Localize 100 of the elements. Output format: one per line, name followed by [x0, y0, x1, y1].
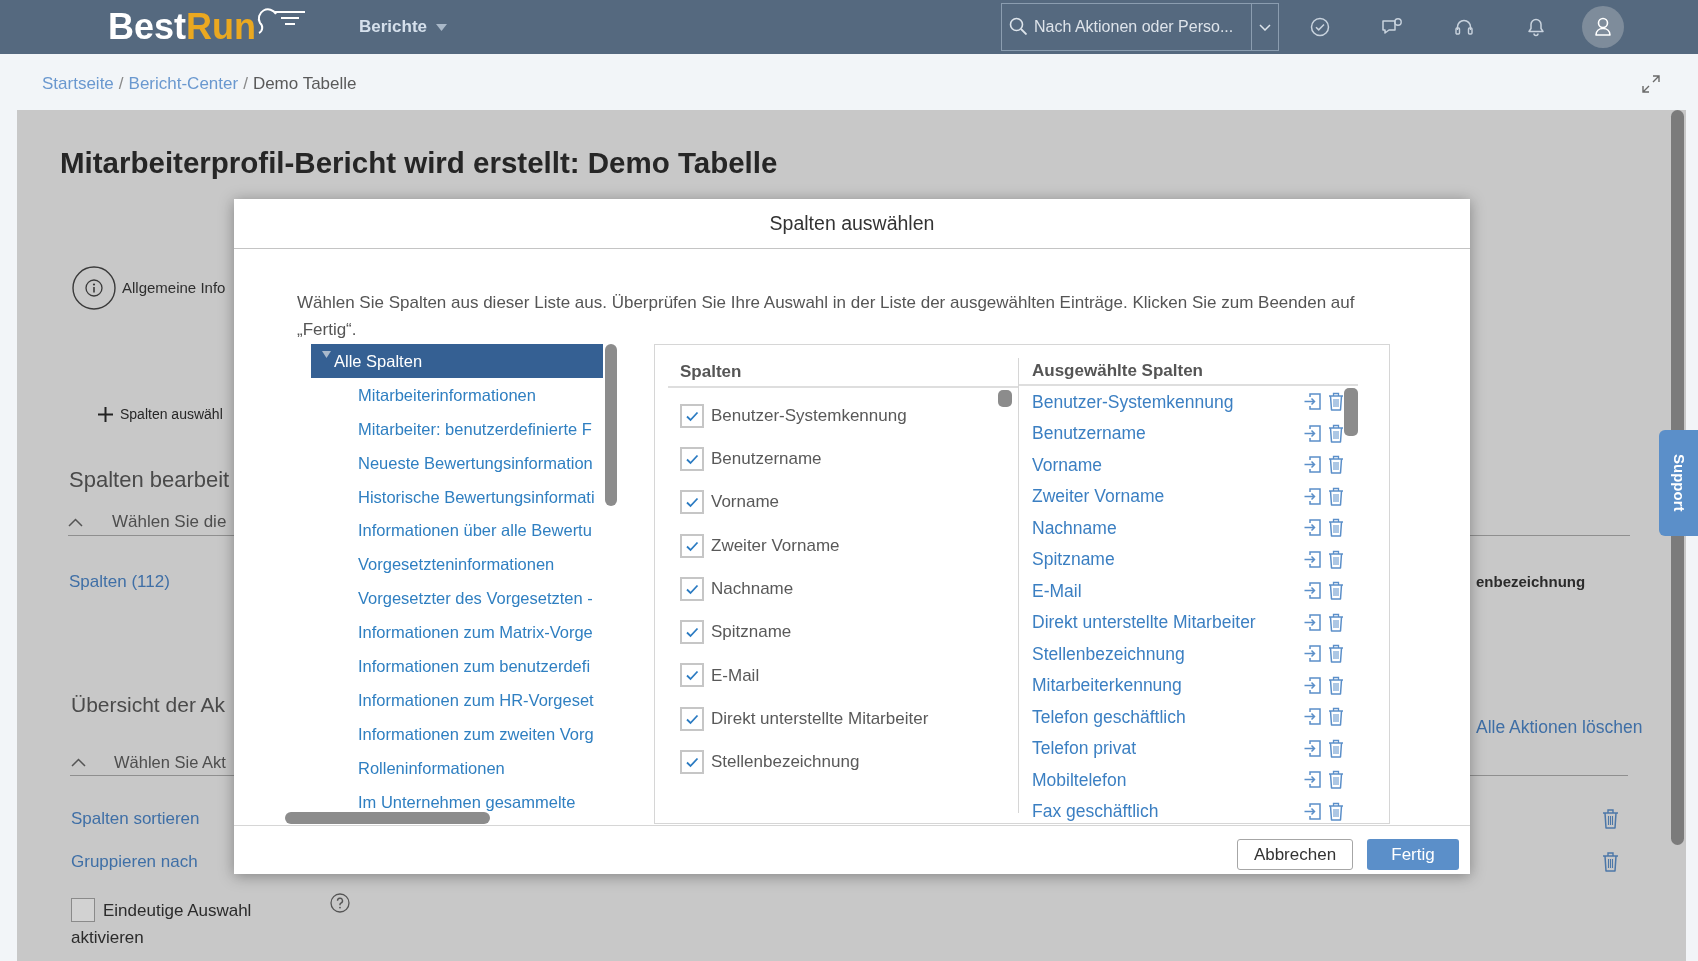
column-link[interactable]: Vorname	[1032, 455, 1303, 474]
help-icon[interactable]	[330, 893, 350, 913]
checkbox[interactable]	[680, 533, 704, 558]
column-link[interactable]: Mitarbeiterkennung	[1032, 676, 1303, 695]
trash-icon[interactable]	[1328, 455, 1344, 475]
arrow-in-box-icon[interactable]	[1303, 801, 1322, 821]
tree-item[interactable]: Informationen zum HR-Vorgeset	[358, 690, 594, 709]
column-link[interactable]: Telefon geschäftlich	[1032, 707, 1303, 726]
avatar-icon[interactable]	[1582, 6, 1624, 48]
action-link[interactable]: Gruppieren nach	[71, 849, 198, 875]
expand-icon[interactable]	[1641, 73, 1661, 94]
column-link[interactable]: Nachname	[1032, 518, 1303, 537]
column-link[interactable]: Mobiltelefon	[1032, 770, 1303, 789]
trash-icon[interactable]	[1328, 644, 1344, 664]
tree-item[interactable]: Alle Spalten	[311, 344, 603, 378]
tree-item[interactable]: Informationen zum Matrix-Vorge	[358, 623, 593, 642]
bell-icon[interactable]	[1527, 17, 1545, 37]
confirm-button[interactable]: Fertig	[1367, 839, 1459, 870]
trash-icon[interactable]	[1328, 581, 1344, 601]
checkbox[interactable]	[680, 620, 704, 645]
checkbox[interactable]	[680, 576, 704, 601]
chevron-up-icon[interactable]	[68, 517, 83, 527]
tree-item[interactable]: Historische Bewertungsinformati	[358, 487, 595, 506]
scrollbar-thumb[interactable]	[605, 344, 617, 506]
column-link[interactable]: Spitzname	[1032, 550, 1303, 569]
trash-icon[interactable]	[1328, 549, 1344, 569]
checkbox-label: Benutzername	[711, 448, 822, 471]
scrollbar-thumb[interactable]	[998, 390, 1012, 407]
column-link[interactable]: Stellenbezeichnung	[1032, 644, 1303, 663]
trash-icon[interactable]	[1328, 423, 1344, 443]
trash-icon[interactable]	[1328, 801, 1344, 821]
trash-icon[interactable]	[1328, 738, 1344, 758]
check-circle-icon[interactable]	[1310, 17, 1330, 37]
tree-item[interactable]: Vorgesetzteninformationen	[358, 555, 555, 574]
arrow-in-box-icon[interactable]	[1303, 675, 1322, 695]
trash-icon[interactable]	[1328, 486, 1344, 506]
column-link[interactable]: Benutzer-Systemkennung	[1032, 392, 1303, 411]
column-link[interactable]: Direkt unterstellte Mitarbeiter	[1032, 613, 1303, 632]
column-link[interactable]: Fax geschäftlich	[1032, 802, 1303, 821]
arrow-in-box-icon[interactable]	[1303, 612, 1322, 632]
column-link[interactable]: E-Mail	[1032, 581, 1303, 600]
tree-item[interactable]: Mitarbeiterinformationen	[358, 385, 536, 404]
action-link[interactable]: Spalten sortieren	[71, 806, 200, 832]
tree-item[interactable]: Rolleninformationen	[358, 758, 505, 777]
checkbox[interactable]	[71, 897, 95, 922]
clear-all-actions-link[interactable]: Alle Aktionen löschen	[1476, 717, 1643, 737]
chat-bubble-icon[interactable]	[1381, 17, 1403, 37]
trash-icon[interactable]	[1602, 808, 1619, 830]
dropdown-button[interactable]	[1251, 3, 1279, 51]
arrow-in-box-icon[interactable]	[1303, 707, 1322, 727]
tree-item[interactable]: Informationen über alle Bewertu	[358, 521, 592, 540]
checkbox[interactable]	[680, 663, 704, 688]
trash-icon[interactable]	[1328, 518, 1344, 538]
column-link[interactable]: Telefon privat	[1032, 739, 1303, 758]
trash-icon[interactable]	[1602, 851, 1619, 873]
arrow-in-box-icon[interactable]	[1303, 770, 1322, 790]
breadcrumb-separator: /	[243, 72, 248, 95]
column-link[interactable]: Zweiter Vorname	[1032, 487, 1303, 506]
tree-item[interactable]: Informationen zum benutzerdefi	[358, 656, 591, 675]
cancel-button[interactable]: Abbrechen	[1237, 839, 1353, 870]
logo-wordmark: BestRun	[108, 9, 256, 45]
arrow-in-box-icon[interactable]	[1303, 455, 1322, 475]
arrow-in-box-icon[interactable]	[1303, 549, 1322, 569]
chevron-up-icon[interactable]	[71, 757, 86, 767]
column-link[interactable]: Benutzername	[1032, 424, 1303, 443]
tree-item[interactable]: Informationen zum zweiten Vorg	[358, 724, 594, 743]
reports-menu-button[interactable]: Berichte	[359, 14, 448, 40]
tree-item[interactable]: Im Unternehmen gesammelte	[358, 792, 576, 811]
expand-triangle-icon[interactable]	[322, 349, 331, 359]
checkbox-label: Direkt unterstellte Mitarbeiter	[711, 707, 929, 730]
arrow-in-box-icon[interactable]	[1303, 644, 1322, 664]
scrollbar-thumb[interactable]	[1344, 388, 1358, 436]
breadcrumb-link[interactable]: Startseite	[42, 70, 114, 97]
search-field[interactable]: Nach Aktionen oder Perso...	[1001, 3, 1251, 51]
trash-icon[interactable]	[1328, 707, 1344, 727]
columns-link[interactable]: Spalten (112)	[69, 572, 170, 591]
trash-icon[interactable]	[1328, 675, 1344, 695]
checkbox[interactable]	[680, 706, 704, 731]
add-columns-button[interactable]: Spalten auswähl	[98, 404, 223, 424]
support-tab[interactable]: Support	[1659, 430, 1698, 536]
headset-icon[interactable]	[1454, 17, 1474, 37]
unique-selection-checkbox[interactable]: Eindeutige Auswahl aktivieren	[71, 897, 267, 951]
trash-icon[interactable]	[1328, 612, 1344, 632]
tree-item[interactable]: Mitarbeiter: benutzerdefinierte F	[358, 419, 592, 438]
arrow-in-box-icon[interactable]	[1303, 486, 1322, 506]
trash-icon[interactable]	[1328, 392, 1344, 412]
tree-item[interactable]: Neueste Bewertungsinformation	[358, 453, 593, 472]
arrow-in-box-icon[interactable]	[1303, 518, 1322, 538]
tree-item[interactable]: Vorgesetzter des Vorgesetzten -	[358, 589, 593, 608]
breadcrumb-link[interactable]: Bericht-Center	[128, 70, 239, 97]
trash-icon[interactable]	[1328, 770, 1344, 790]
arrow-in-box-icon[interactable]	[1303, 423, 1322, 443]
arrow-in-box-icon[interactable]	[1303, 392, 1322, 412]
checkbox[interactable]	[680, 403, 704, 428]
checkbox[interactable]	[680, 446, 704, 471]
arrow-in-box-icon[interactable]	[1303, 581, 1322, 601]
scrollbar-thumb[interactable]	[285, 812, 490, 824]
checkbox[interactable]	[680, 750, 704, 774]
checkbox[interactable]	[680, 490, 704, 515]
arrow-in-box-icon[interactable]	[1303, 738, 1322, 758]
